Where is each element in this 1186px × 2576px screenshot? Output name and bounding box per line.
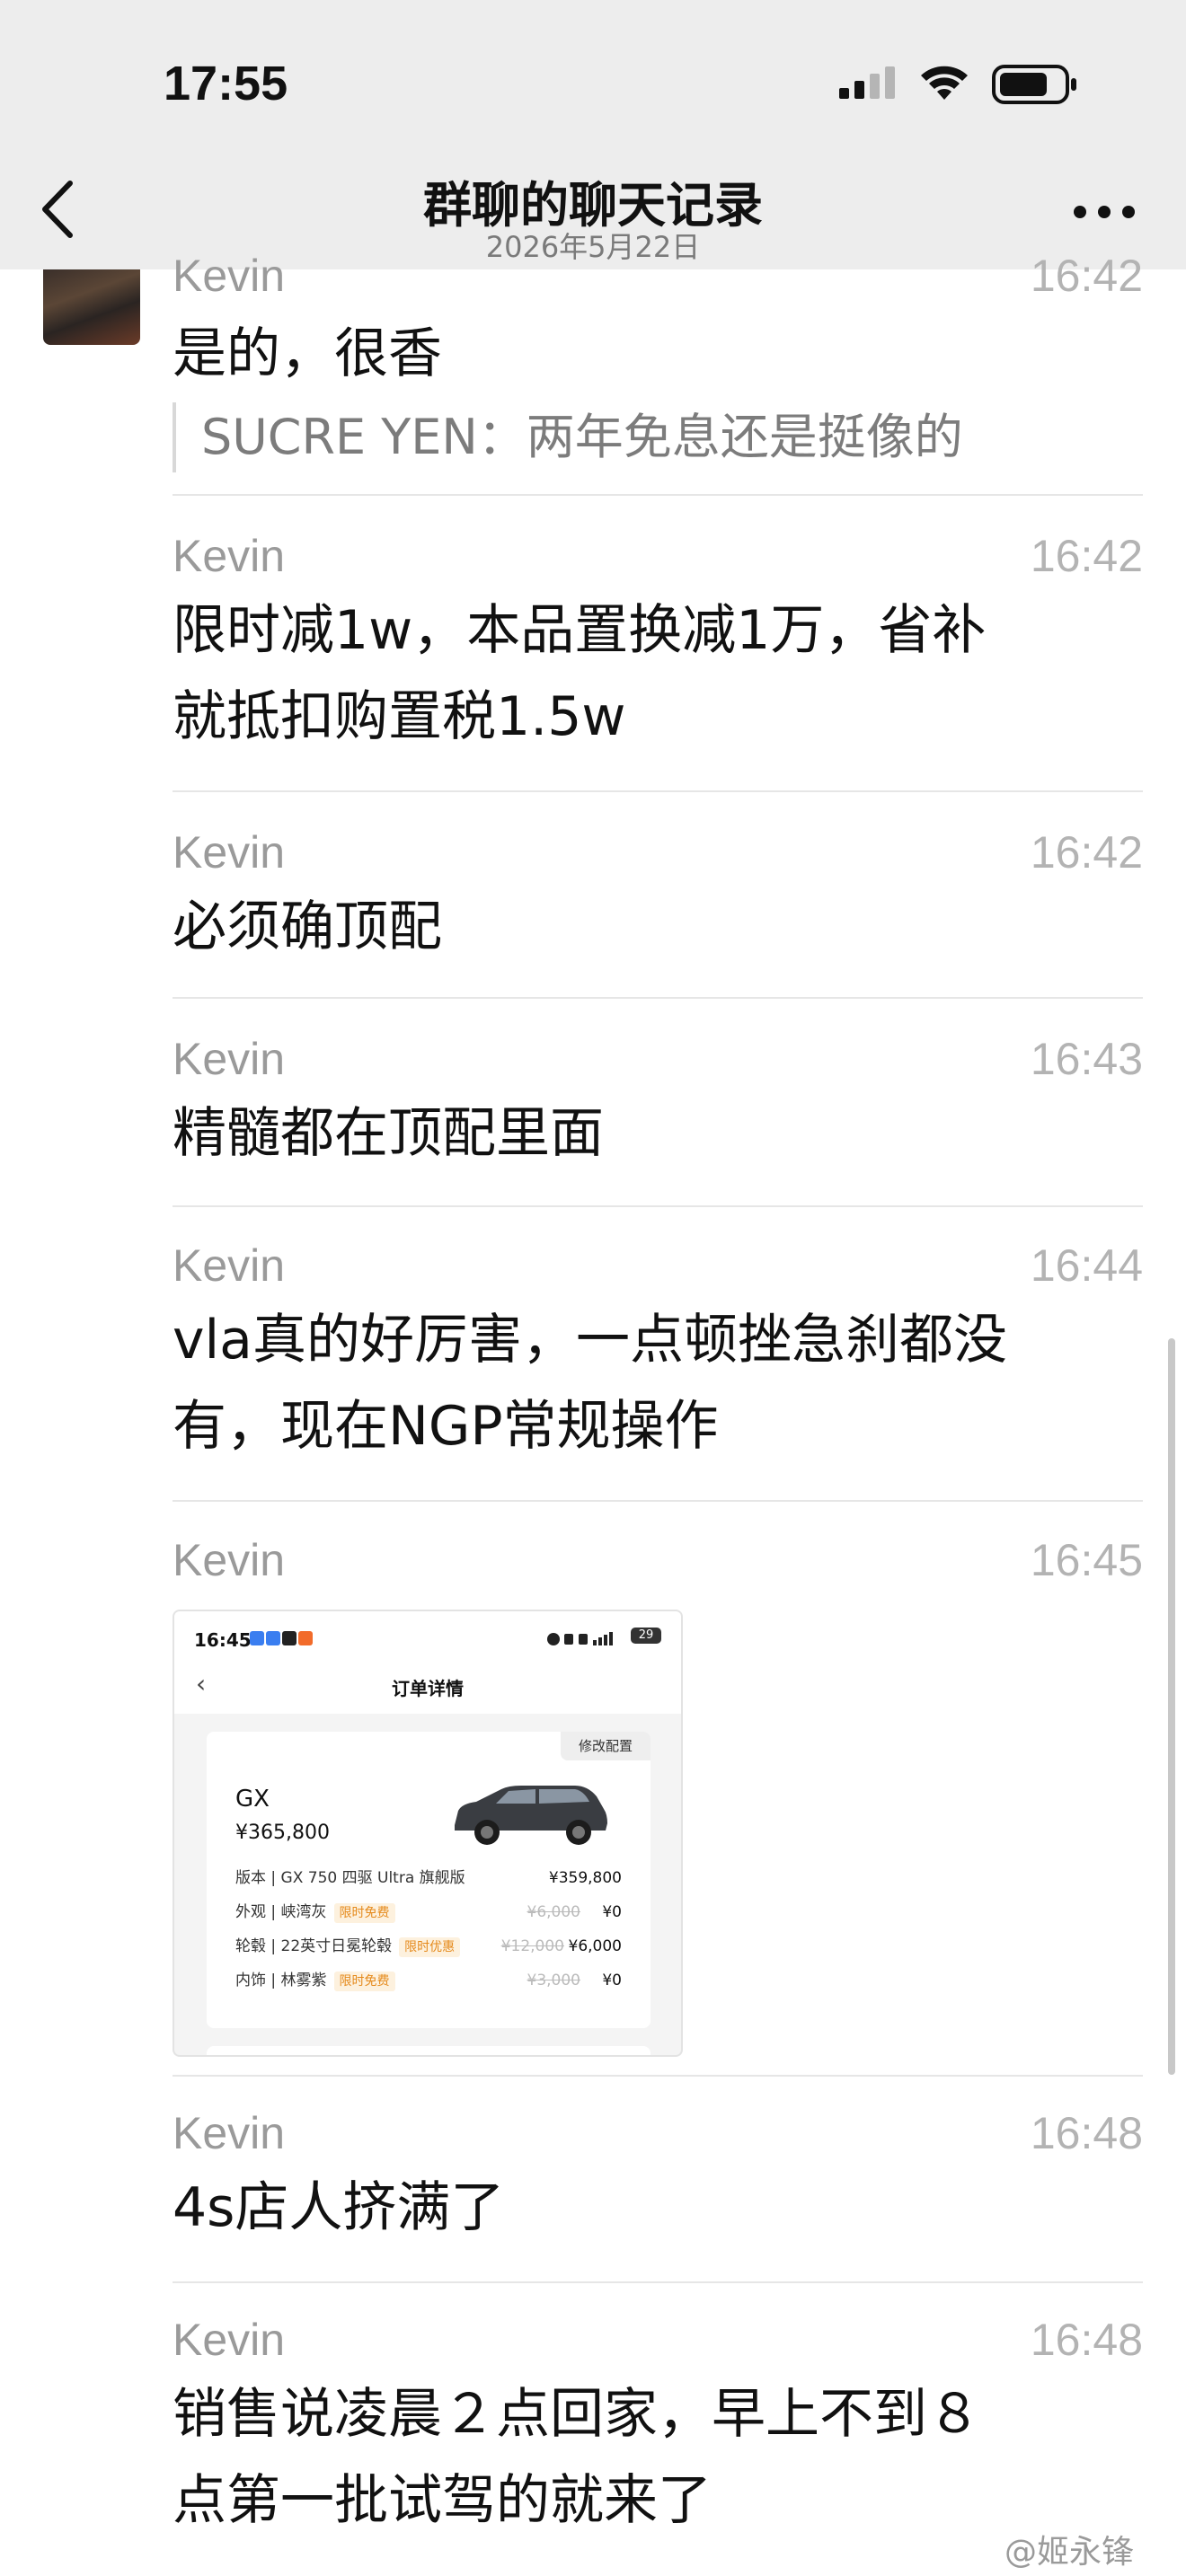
divider [173, 997, 1143, 999]
battery-icon [992, 65, 1076, 104]
screenshot-header: 16:45 29 ‹ 订单详情 [174, 1611, 681, 1714]
original-price: ¥6,000 [527, 1903, 580, 1921]
divider [173, 1205, 1143, 1207]
screenshot-status-time: 16:45 [194, 1629, 252, 1651]
config-label: 轮毂 | 22英寸日冕轮毂 [235, 1937, 393, 1955]
message-text-line: 就抵扣购置税1.5w [173, 685, 626, 748]
config-row: 外观 | 峡湾灰 限时免费 ¥6,000 ¥0 [235, 1901, 622, 1924]
config-row: 轮毂 | 22英寸日冕轮毂 限时优惠 ¥12,000 ¥6,000 [235, 1935, 622, 1958]
screenshot-title: 订单详情 [392, 1678, 464, 1699]
more-dots-icon[interactable] [1073, 205, 1136, 219]
message-text: 精髓都在顶配里面 [173, 1102, 604, 1165]
image-message[interactable]: 16:45 29 ‹ 订单详情 修改配置 GX ¥365,800 版本 | GX… [173, 1610, 683, 2057]
car-image [455, 1786, 607, 1845]
notification-app-icons [250, 1631, 313, 1645]
original-price: ¥12,000 [500, 1937, 564, 1955]
sender-name: Kevin [173, 1535, 286, 1585]
message-text-line: vla真的好厉害，一点顿挫急刹都没 [173, 1309, 1007, 1372]
config-price: ¥6,000 [568, 1937, 622, 1955]
config-row: 内饰 | 林雾紫 限时免费 ¥3,000 ¥0 [235, 1969, 622, 1992]
screenshot-status-icons [547, 1632, 613, 1645]
message-time: 16:48 [1030, 2315, 1143, 2365]
config-price: ¥0 [602, 1903, 622, 1921]
message-text-line: 有，现在NGP常规操作 [173, 1395, 719, 1458]
message-time: 16:48 [1030, 2108, 1143, 2158]
message-text: 是的，很香 [173, 322, 442, 385]
config-row: 版本 | GX 750 四驱 Ultra 旗舰版 ¥359,800 [235, 1866, 622, 1890]
config-label: 外观 | 峡湾灰 [235, 1903, 327, 1921]
sender-name: Kevin [173, 2108, 286, 2158]
sender-name: Kevin [173, 251, 286, 301]
message-text-line: 点第一批试驾的就来了 [173, 2469, 712, 2532]
divider [173, 1500, 1143, 1502]
watermark: @姬永锋 [1005, 2534, 1135, 2571]
promo-tag: 限时免费 [333, 1972, 395, 1991]
screenshot-battery: 29 [631, 1628, 661, 1644]
signal-icon [839, 66, 895, 99]
message-time: 16:42 [1030, 827, 1143, 878]
message-time: 16:44 [1030, 1240, 1143, 1291]
next-card-edge [207, 2046, 651, 2055]
divider [173, 494, 1143, 496]
divider [173, 2281, 1143, 2283]
car-price: ¥365,800 [235, 1822, 330, 1844]
message-time: 16:45 [1030, 1535, 1143, 1585]
promo-tag: 限时优惠 [399, 1937, 461, 1957]
config-price: ¥0 [602, 1972, 622, 1989]
sender-name: Kevin [173, 2315, 286, 2365]
sender-name: Kevin [173, 827, 286, 878]
config-label: 版本 | GX 750 四驱 Ultra 旗舰版 [235, 1869, 465, 1887]
promo-tag: 限时免费 [333, 1903, 395, 1923]
message-text: 必须确顶配 [173, 895, 442, 958]
message-text-line: 销售说凌晨２点回家，早上不到８ [173, 2383, 981, 2446]
edit-config-button: 修改配置 [561, 1732, 651, 1760]
sender-name: Kevin [173, 531, 286, 581]
quoted-message[interactable]: SUCRE YEN：两年免息还是挺像的 [173, 402, 963, 472]
wifi-icon [921, 66, 968, 100]
status-bar: 17:55 [0, 0, 1186, 153]
message-text: 4s店人挤满了 [173, 2176, 505, 2239]
message-time: 16:43 [1030, 1034, 1143, 1084]
car-model: GX [235, 1786, 270, 1813]
sender-name: Kevin [173, 1034, 286, 1084]
status-time: 17:55 [164, 57, 288, 110]
divider [173, 790, 1143, 792]
divider [173, 2075, 1143, 2077]
config-label: 内饰 | 林雾紫 [235, 1972, 327, 1989]
original-price: ¥3,000 [527, 1972, 580, 1989]
order-card: 修改配置 GX ¥365,800 版本 | GX 750 四驱 Ultra 旗舰… [207, 1732, 651, 2028]
message-time: 16:42 [1030, 251, 1143, 301]
avatar[interactable] [43, 269, 140, 345]
message-text-line: 限时减1w，本品置换减1万，省补 [173, 599, 987, 662]
message-time: 16:42 [1030, 531, 1143, 581]
sender-name: Kevin [173, 1240, 286, 1291]
config-price: ¥359,800 [548, 1869, 622, 1887]
scrollbar[interactable] [1168, 1338, 1175, 2075]
